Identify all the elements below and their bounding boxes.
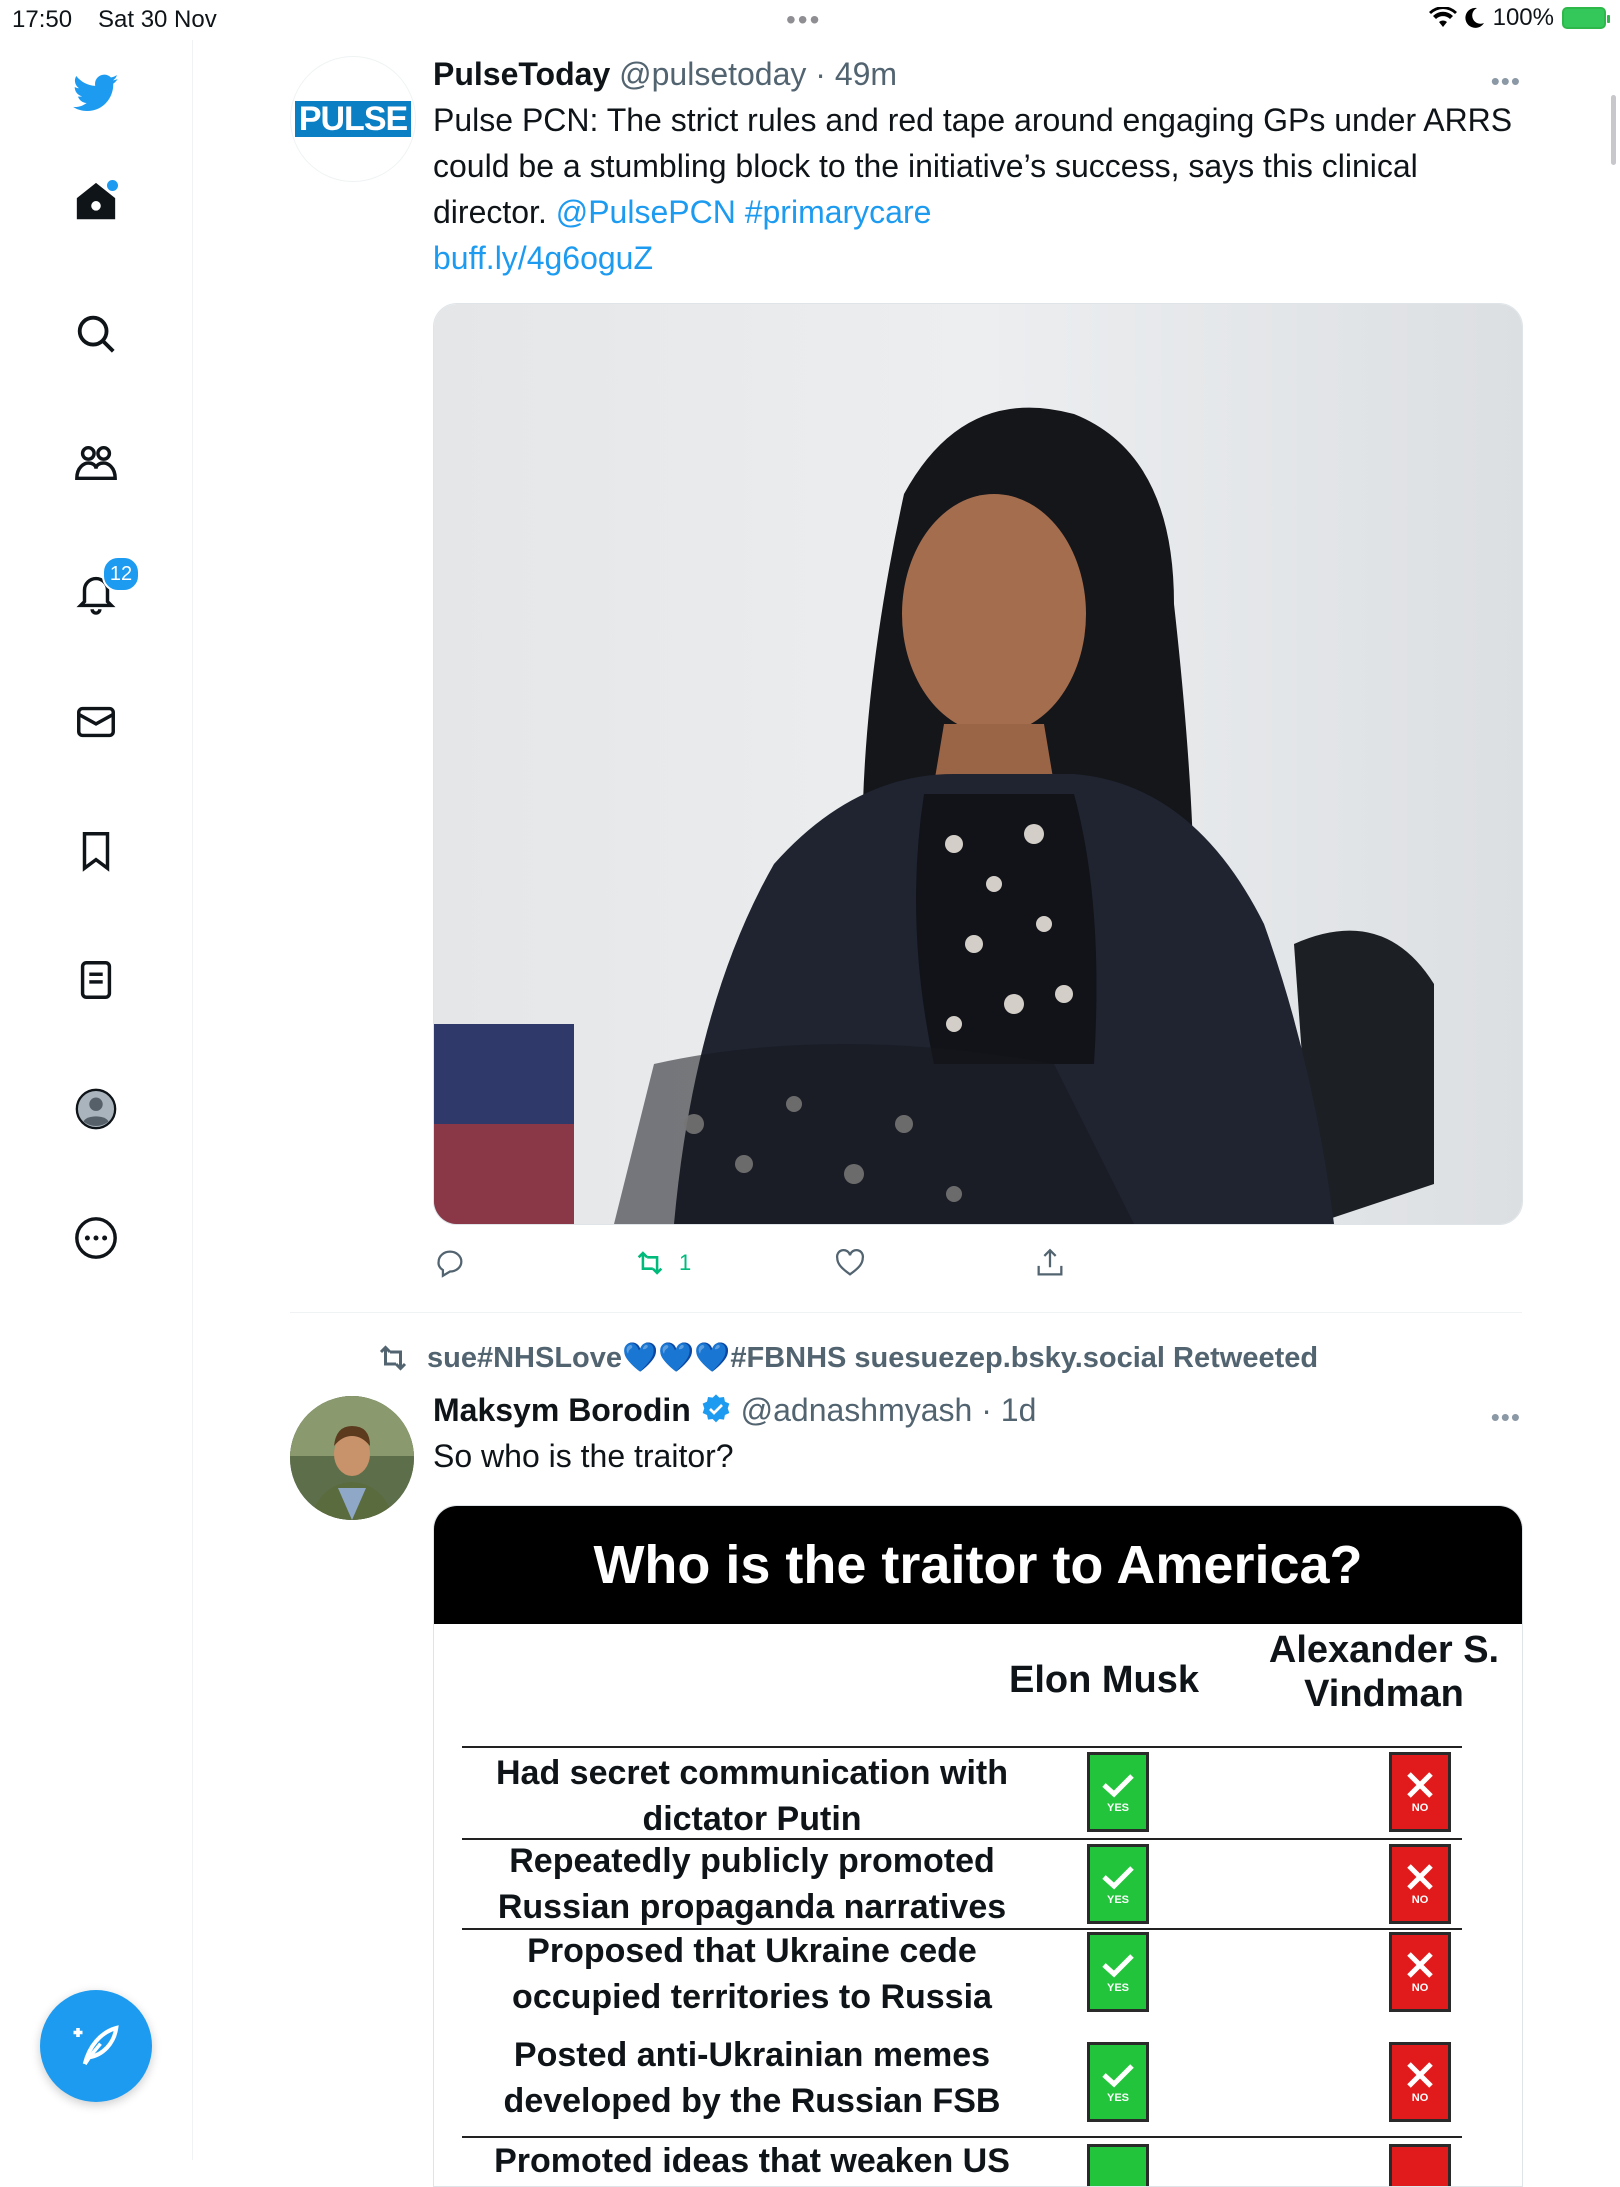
- tweet-more-icon[interactable]: •••: [1491, 66, 1521, 97]
- mention-link[interactable]: @PulsePCN: [556, 194, 736, 230]
- yes-check-icon: [1087, 2144, 1149, 2186]
- retweet-banner-icon: [379, 1345, 407, 1371]
- more-options-icon[interactable]: [68, 1210, 124, 1266]
- author-handle[interactable]: @adnashmyash: [741, 1392, 973, 1428]
- twitter-logo-icon[interactable]: [68, 65, 124, 121]
- status-date: Sat 30 Nov: [98, 6, 217, 33]
- no-x-icon: [1389, 2144, 1451, 2186]
- tweet-header: PulseToday @pulsetoday · 49m: [433, 56, 898, 92]
- url-link[interactable]: buff.ly/4g6oguZ: [433, 240, 653, 276]
- profile-avatar-icon[interactable]: [68, 1081, 124, 1137]
- tweet-text: Pulse PCN: The strict rules and red tape…: [433, 97, 1521, 281]
- author-name[interactable]: PulseToday: [433, 56, 610, 92]
- share-icon: [1037, 1248, 1063, 1276]
- tweet-photo[interactable]: [433, 303, 1523, 1225]
- hashtag-link[interactable]: #primarycare: [745, 194, 932, 230]
- avatar-maksym-borodin[interactable]: [290, 1396, 414, 1520]
- column-vindman-line1: Alexander S.: [1268, 1629, 1500, 1671]
- retweet-icon: [637, 1251, 663, 1275]
- yes-check-icon: YES: [1087, 2042, 1149, 2122]
- reply-button[interactable]: [433, 1246, 467, 1280]
- row-question: Posted anti-Ukrainian memes developed by …: [503, 2036, 1001, 2120]
- tweet-header: Maksym Borodin @adnashmyash · 1d: [433, 1392, 1037, 1428]
- reply-icon: [437, 1250, 463, 1278]
- retweeted-by-text: sue#NHSLove💙💙💙#FBNHS suesuezep.bsky.soci…: [427, 1342, 1319, 1374]
- notifications-badge: 12: [102, 556, 140, 592]
- tweet-actions: 1: [433, 1246, 1133, 1290]
- home-icon[interactable]: [68, 174, 124, 230]
- no-x-icon: NO: [1389, 1844, 1451, 1924]
- woman-portrait-image: [434, 304, 1522, 1224]
- sidebar: 12: [0, 40, 193, 2160]
- heart-icon: [835, 1248, 865, 1276]
- table-row: Promoted ideas that weaken US: [462, 2136, 1462, 2186]
- battery-icon: [1562, 7, 1610, 29]
- author-handle[interactable]: @pulsetoday: [619, 56, 806, 92]
- share-button[interactable]: [1033, 1246, 1067, 1280]
- notifications-bell-icon[interactable]: 12: [68, 556, 140, 620]
- traitor-infographic-image[interactable]: Who is the traitor to America? Elon Musk…: [433, 1505, 1523, 2187]
- retweeted-by-banner[interactable]: sue#NHSLove💙💙💙#FBNHS suesuezep.bsky.soci…: [375, 1340, 1318, 1376]
- yes-check-icon: YES: [1087, 1932, 1149, 2012]
- infographic-title: Who is the traitor to America?: [434, 1506, 1522, 1624]
- communities-icon[interactable]: [68, 435, 124, 491]
- row-question: Proposed that Ukraine cede occupied terri…: [512, 1932, 992, 2016]
- tweet-time[interactable]: 49m: [835, 56, 897, 92]
- table-row: Repeatedly publicly promoted Russian prop…: [462, 1838, 1462, 1930]
- multitasking-dots-icon[interactable]: •••: [786, 4, 821, 36]
- no-x-icon: NO: [1389, 1932, 1451, 2012]
- avatar-pulsetoday[interactable]: PULSE: [290, 56, 416, 182]
- bookmarks-icon[interactable]: [68, 823, 124, 879]
- row-question: Had secret communication with dictator Pu…: [496, 1754, 1008, 1838]
- scrollbar[interactable]: [1611, 95, 1616, 165]
- verified-badge-icon: [702, 1394, 730, 1423]
- compose-tweet-button[interactable]: [40, 1990, 152, 2102]
- tweet-pulsetoday[interactable]: PULSE PulseToday @pulsetoday · 49m ••• P…: [290, 56, 1523, 1296]
- row-question: Repeatedly publicly promoted Russian prop…: [497, 1842, 1007, 1926]
- no-x-icon: NO: [1389, 1752, 1451, 1832]
- wifi-icon: [1428, 7, 1457, 27]
- column-vindman-line2: Vindman: [1304, 1673, 1464, 1715]
- no-x-icon: NO: [1389, 2042, 1451, 2122]
- retweet-count: 1: [679, 1250, 692, 1275]
- status-time: 17:50: [12, 6, 73, 33]
- man-portrait-image: [290, 1396, 414, 1520]
- battery-percent: 100%: [1492, 4, 1554, 31]
- table-row: Posted anti-Ukrainian memes developed by …: [462, 2020, 1462, 2136]
- tweet-time[interactable]: 1d: [1001, 1392, 1037, 1428]
- lists-icon[interactable]: [68, 952, 124, 1008]
- column-vindman: Alexander S. Vindman: [1254, 1628, 1514, 1716]
- tweet-text: So who is the traitor?: [433, 1438, 734, 1474]
- table-row: Proposed that Ukraine cede occupied terri…: [462, 1928, 1462, 2022]
- search-icon[interactable]: [68, 306, 124, 362]
- retweet-button[interactable]: 1: [633, 1246, 691, 1280]
- moon-icon: [1465, 7, 1484, 28]
- status-bar: 17:50 Sat 30 Nov ••• 100%: [0, 0, 1620, 40]
- yes-check-icon: YES: [1087, 1752, 1149, 1832]
- yes-check-icon: YES: [1087, 1844, 1149, 1924]
- like-button[interactable]: [833, 1246, 867, 1280]
- author-name[interactable]: Maksym Borodin: [433, 1392, 691, 1428]
- table-row: Had secret communication with dictator Pu…: [462, 1746, 1462, 1840]
- home-new-dot: [105, 178, 120, 193]
- column-elon-musk: Elon Musk: [1008, 1659, 1200, 1701]
- status-right: 100%: [1428, 4, 1610, 32]
- compose-feather-icon: [73, 2025, 119, 2066]
- tweet-divider: [290, 1312, 1522, 1313]
- row-question: Promoted ideas that weaken US: [494, 2142, 1010, 2180]
- tweet-more-icon[interactable]: •••: [1491, 1402, 1521, 1433]
- pulse-logo: PULSE: [295, 101, 411, 137]
- messages-mail-icon[interactable]: [68, 694, 124, 750]
